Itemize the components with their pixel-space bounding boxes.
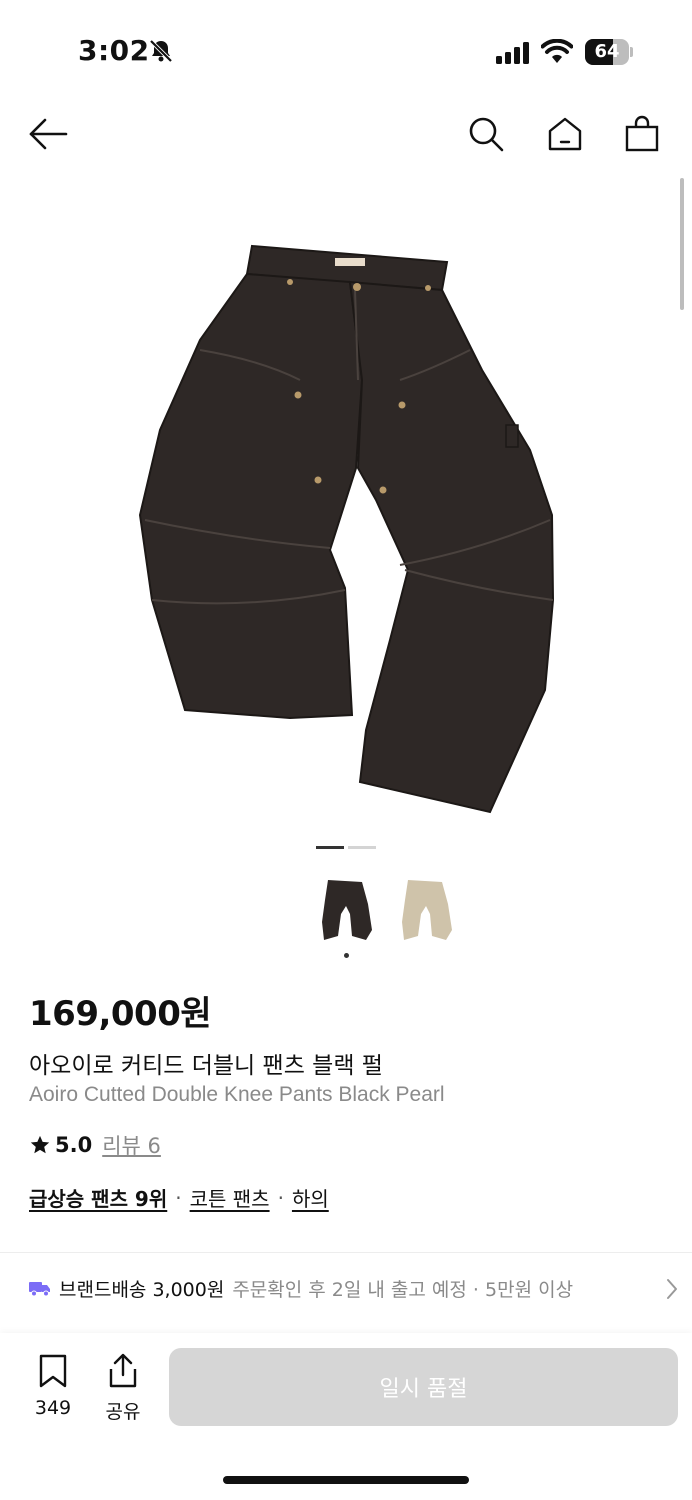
bookmark-count: 349 <box>34 1397 72 1419</box>
color-thumbnails <box>310 870 470 960</box>
rating-row: 5.0 리뷰 6 <box>29 1130 161 1160</box>
bell-off-icon <box>149 39 173 63</box>
indicator-segment-active <box>316 846 344 849</box>
product-name-korean: 아오이로 커티드 더블니 팬츠 블랙 펄 <box>29 1053 383 1079</box>
back-button[interactable] <box>28 114 68 154</box>
category-links: 급상승 팬츠 9위 · 코튼 팬츠 · 하의 <box>29 1183 329 1212</box>
cart-button[interactable] <box>622 114 662 154</box>
shipping-detail: 주문확인 후 2일 내 출고 예정 · 5만원 이상 <box>232 1278 574 1301</box>
status-time: 3:02 <box>78 34 150 67</box>
status-bar: 3:02 64 <box>0 0 692 100</box>
bookmark-button[interactable]: 349 <box>30 1353 76 1419</box>
share-label: 공유 <box>105 1401 141 1423</box>
wifi-icon <box>541 39 573 63</box>
truck-icon <box>29 1282 50 1297</box>
bag-icon <box>625 115 659 152</box>
reviews-link[interactable]: 리뷰 6 <box>102 1130 161 1160</box>
top-nav <box>0 100 692 170</box>
shipping-info-row[interactable]: 브랜드배송 3,000원 주문확인 후 2일 내 출고 예정 · 5만원 이상 <box>29 1273 679 1303</box>
product-name-english: Aoiro Cutted Double Knee Pants Black Pea… <box>29 1083 445 1106</box>
sold-out-button[interactable]: 일시 품절 <box>169 1348 678 1426</box>
battery-indicator: 64 <box>585 39 633 65</box>
category-link-cotton-pants[interactable]: 코튼 팬츠 <box>190 1183 270 1212</box>
shipping-title: 브랜드배송 3,000원 <box>59 1278 225 1301</box>
category-link-bottoms[interactable]: 하의 <box>292 1183 329 1212</box>
home-button[interactable] <box>545 114 585 154</box>
thumbnail-beige[interactable] <box>396 870 456 950</box>
star-icon <box>30 1135 50 1154</box>
section-divider <box>0 1252 692 1253</box>
battery-percent: 64 <box>594 41 620 62</box>
bookmark-icon <box>39 1354 67 1388</box>
bottom-action-bar: 349 공유 일시 품절 <box>0 1333 692 1500</box>
product-image[interactable] <box>0 170 692 840</box>
thumbnail-black[interactable] <box>316 870 376 950</box>
product-price: 169,000원 <box>29 994 212 1034</box>
image-page-indicator <box>316 846 376 849</box>
indicator-segment <box>348 846 376 849</box>
category-separator: · <box>277 1185 284 1210</box>
search-button[interactable] <box>466 114 506 154</box>
selected-thumbnail-dot <box>344 953 349 958</box>
back-arrow-icon <box>29 118 68 150</box>
cellular-signal-icon <box>496 42 529 64</box>
category-link-ranking[interactable]: 급상승 팬츠 9위 <box>29 1183 167 1212</box>
home-icon <box>548 117 582 151</box>
search-icon <box>469 117 504 152</box>
home-indicator[interactable] <box>223 1476 469 1484</box>
share-button[interactable]: 공유 <box>100 1353 146 1424</box>
category-separator: · <box>175 1185 182 1210</box>
rating-score: 5.0 <box>55 1133 93 1157</box>
share-icon <box>109 1353 137 1388</box>
chevron-right-icon <box>667 1279 677 1299</box>
